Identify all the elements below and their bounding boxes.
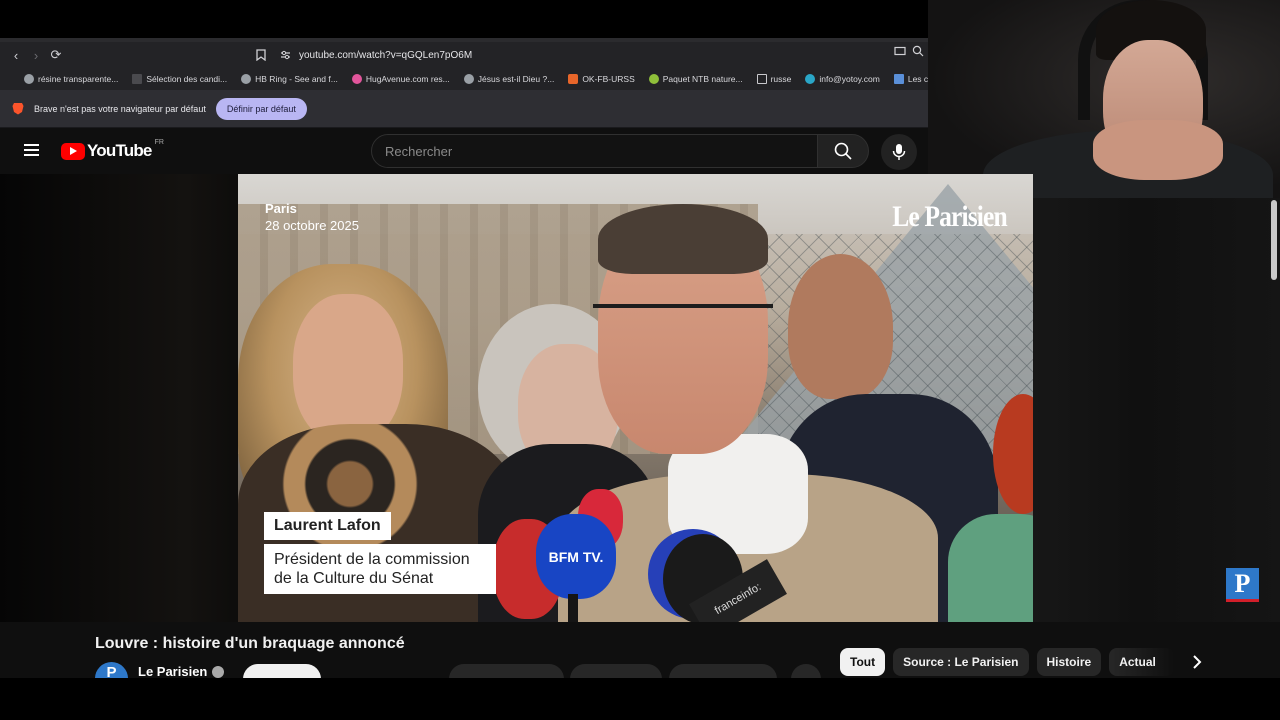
watch-metadata: Louvre : histoire d'un braquage annoncé …	[0, 622, 1280, 694]
infobar-message: Brave n'est pas votre navigateur par déf…	[34, 103, 206, 114]
role-line-2: de la Culture du Sénat	[274, 570, 434, 587]
image-icon	[893, 74, 904, 84]
lower-third-role: Président de la commission de la Culture…	[264, 544, 496, 594]
lower-third-name: Laurent Lafon	[264, 512, 391, 540]
bookmark-folder[interactable]: russe	[756, 74, 791, 84]
channel-name[interactable]: Le Parisien	[138, 664, 207, 678]
chevron-right-icon[interactable]	[1182, 648, 1212, 676]
chip-all[interactable]: Tout	[840, 648, 886, 676]
verified-badge-icon	[212, 666, 225, 678]
video-date: 28 octobre 2025	[265, 218, 359, 233]
back-icon[interactable]: ‹	[6, 45, 26, 65]
youtube-header: YouTube FR	[0, 128, 928, 174]
related-chips: Tout Source : Le Parisien Histoire Actua…	[840, 648, 1212, 676]
video-title: Louvre : histoire d'un braquage annoncé	[95, 635, 405, 652]
speaker-hair	[598, 204, 768, 274]
chip-source[interactable]: Source : Le Parisien	[893, 648, 1029, 676]
leparisien-badge-icon: P	[1226, 568, 1259, 602]
video-city: Paris	[265, 201, 297, 216]
cast-icon[interactable]	[894, 45, 906, 57]
page-icon	[132, 74, 143, 84]
heart-icon	[351, 74, 362, 84]
webcam-person-hand	[1093, 120, 1223, 180]
bookmark-item[interactable]: résine transparente...	[24, 74, 118, 84]
video-location: Paris 28 octobre 2025	[265, 200, 359, 234]
reload-icon[interactable]: ⟳	[46, 45, 66, 65]
bookmark-item[interactable]: info@yotoy.com	[805, 74, 880, 84]
brave-lion-icon	[12, 103, 24, 115]
chip-news[interactable]: Actual	[1109, 648, 1174, 676]
globe-icon	[805, 74, 816, 84]
search-icon	[834, 142, 852, 160]
screen: P ‹ › ⟳ youtube.com/watch?v=qGQLen7pO6M …	[0, 0, 1280, 720]
bookmark-item[interactable]: Paquet NTB nature...	[648, 74, 743, 84]
page-scrollbar[interactable]	[1271, 200, 1277, 280]
glasses-icon	[593, 304, 773, 334]
default-browser-infobar: Brave n'est pas votre navigateur par déf…	[0, 90, 928, 128]
leparisien-watermark: Le Parisien	[892, 200, 1007, 233]
green-jacket	[948, 514, 1033, 622]
chip-history[interactable]: Histoire	[1036, 648, 1102, 676]
webcam-feed	[928, 0, 1280, 198]
channel-row: P Le Parisien	[95, 662, 225, 678]
bookmark-icon[interactable]	[256, 49, 266, 61]
video-player[interactable]: BFM TV. franceinfo: Paris 28 octobre 202…	[238, 174, 1033, 622]
bookmark-item[interactable]: Les concours d'a	[893, 74, 928, 84]
role-line-1: Président de la commission	[274, 551, 470, 568]
bookmarks-bar: résine transparente... Sélection des can…	[0, 68, 928, 90]
address-bar[interactable]: youtube.com/watch?v=qGQLen7pO6M	[256, 45, 928, 65]
site-settings-icon[interactable]	[280, 50, 291, 60]
globe-icon	[463, 74, 474, 84]
screen-bottom-bar	[0, 678, 1280, 720]
man-right-face	[788, 254, 893, 399]
menu-icon[interactable]	[24, 144, 39, 156]
youtube-logo[interactable]: YouTube FR	[61, 139, 164, 161]
ok-icon	[568, 74, 579, 84]
folder-icon	[756, 74, 767, 84]
search-box[interactable]	[371, 134, 818, 168]
microphone-icon	[892, 144, 906, 160]
bookmark-item[interactable]: HB Ring - See and f...	[241, 74, 338, 84]
youtube-play-icon	[61, 142, 85, 160]
leaf-icon	[648, 74, 659, 84]
channel-avatar[interactable]: P	[95, 662, 128, 678]
globe-icon	[24, 74, 34, 84]
globe-icon	[241, 74, 252, 84]
bookmark-item[interactable]: HugAvenue.com res...	[351, 74, 450, 84]
forward-icon[interactable]: ›	[26, 45, 46, 65]
set-default-button[interactable]: Définir par défaut	[215, 97, 307, 120]
bookmark-item[interactable]: Sélection des candi...	[132, 74, 227, 84]
microphone-bfmtv: BFM TV.	[536, 514, 616, 599]
browser-toolbar: ‹ › ⟳ youtube.com/watch?v=qGQLen7pO6M	[0, 42, 928, 68]
mic-handle	[568, 594, 578, 622]
url-text: youtube.com/watch?v=qGQLen7pO6M	[299, 49, 473, 61]
woman-left-face	[293, 294, 403, 444]
search-input[interactable]	[372, 135, 817, 167]
search-button[interactable]	[817, 134, 869, 168]
bookmark-item[interactable]: OK-FB-URSS	[568, 74, 635, 84]
bookmark-item[interactable]: Jésus est-il Dieu ?...	[463, 74, 554, 84]
zoom-icon[interactable]	[912, 45, 924, 57]
voice-search-button[interactable]	[881, 134, 917, 170]
